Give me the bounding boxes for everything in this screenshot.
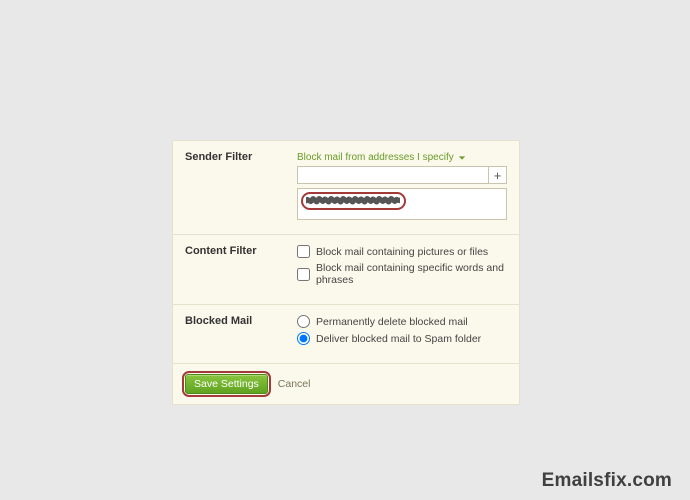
chevron-down-icon <box>458 154 466 162</box>
blocked-mail-body: Permanently delete blocked mail Deliver … <box>297 315 507 349</box>
sender-filter-body: Block mail from addresses I specify + <box>297 151 507 220</box>
sender-filter-label: Sender Filter <box>185 151 297 220</box>
section-blocked-mail: Blocked Mail Permanently delete blocked … <box>173 305 519 364</box>
address-list[interactable] <box>297 188 507 220</box>
content-filter-body: Block mail containing pictures or files … <box>297 245 507 290</box>
address-input-row: + <box>297 166 507 184</box>
blocked-opt-spam-row: Deliver blocked mail to Spam folder <box>297 332 507 345</box>
blocked-opt-delete-row: Permanently delete blocked mail <box>297 315 507 328</box>
add-address-button[interactable]: + <box>489 166 507 184</box>
section-sender-filter: Sender Filter Block mail from addresses … <box>173 141 519 235</box>
settings-panel: Sender Filter Block mail from addresses … <box>172 140 520 405</box>
content-opt-words-row: Block mail containing specific words and… <box>297 262 507 286</box>
content-opt-pictures-row: Block mail containing pictures or files <box>297 245 507 258</box>
blocked-opt-delete-radio[interactable] <box>297 315 310 328</box>
address-input[interactable] <box>297 166 489 184</box>
sender-filter-dropdown[interactable]: Block mail from addresses I specify <box>297 152 466 163</box>
plus-icon: + <box>494 169 502 182</box>
save-settings-button[interactable]: Save Settings <box>185 374 268 394</box>
redacted-entry <box>306 195 400 206</box>
content-opt-words-checkbox[interactable] <box>297 268 310 281</box>
content-opt-words-label: Block mail containing specific words and… <box>316 262 507 286</box>
blocked-opt-delete-label: Permanently delete blocked mail <box>316 316 468 328</box>
content-opt-pictures-checkbox[interactable] <box>297 245 310 258</box>
watermark: Emailsfix.com <box>542 470 672 492</box>
sender-filter-dropdown-text: Block mail from addresses I specify <box>297 152 454 163</box>
content-filter-label: Content Filter <box>185 245 297 290</box>
actions-row: Save Settings Cancel <box>173 364 519 404</box>
blocked-opt-spam-radio[interactable] <box>297 332 310 345</box>
blocked-opt-spam-label: Deliver blocked mail to Spam folder <box>316 333 481 345</box>
section-content-filter: Content Filter Block mail containing pic… <box>173 235 519 305</box>
cancel-link[interactable]: Cancel <box>278 378 311 390</box>
content-opt-pictures-label: Block mail containing pictures or files <box>316 246 488 258</box>
blocked-mail-label: Blocked Mail <box>185 315 297 349</box>
save-settings-label: Save Settings <box>194 378 259 390</box>
